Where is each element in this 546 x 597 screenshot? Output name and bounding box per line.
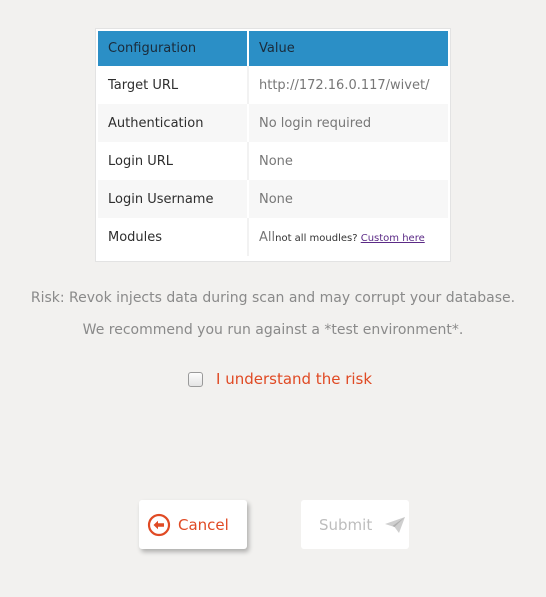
risk-recommendation-text: We recommend you run against a *test env… [82,322,464,338]
column-header-value: Value [249,31,448,66]
table-row-login-url: Login URL None [98,142,448,180]
arrow-left-circle-icon [147,513,171,537]
understand-risk-option[interactable]: I understand the risk [188,370,372,388]
configuration-table: Configuration Value Target URL http://17… [98,31,448,256]
paper-plane-icon [384,516,406,534]
table-row-authentication: Authentication No login required [98,104,448,142]
custom-modules-link[interactable]: Custom here [361,233,425,244]
config-value: None [259,153,293,169]
submit-button[interactable]: Submit [301,500,409,549]
risk-warning-text: Risk: Revok injects data during scan and… [30,290,516,306]
modules-note: not all moudles? [275,232,361,244]
config-key: Target URL [98,66,249,104]
configuration-card: Configuration Value Target URL http://17… [95,28,451,262]
understand-risk-label[interactable]: I understand the risk [216,370,372,388]
config-value: http://172.16.0.117/wivet/ [259,77,430,93]
table-header-row: Configuration Value [98,31,448,66]
modules-value: All [259,229,276,245]
cancel-button-label: Cancel [178,515,229,534]
submit-button-label: Submit [319,515,373,534]
cancel-button[interactable]: Cancel [139,500,247,549]
table-row-login-username: Login Username None [98,180,448,218]
understand-risk-checkbox[interactable] [188,371,203,387]
table-row-target-url: Target URL http://172.16.0.117/wivet/ [98,66,448,104]
config-key: Authentication [98,104,249,142]
config-value: None [249,180,448,218]
config-key: Modules [98,218,249,256]
table-row-modules: Modules Allnot all moudles? Custom here [98,218,448,256]
scan-confirmation-page: Configuration Value Target URL http://17… [0,0,546,597]
config-key: Login Username [98,180,249,218]
config-value: No login required [249,104,448,142]
config-key: Login URL [98,142,249,180]
column-header-configuration: Configuration [98,31,249,66]
config-value-modules: Allnot all moudles? Custom here [249,218,448,256]
